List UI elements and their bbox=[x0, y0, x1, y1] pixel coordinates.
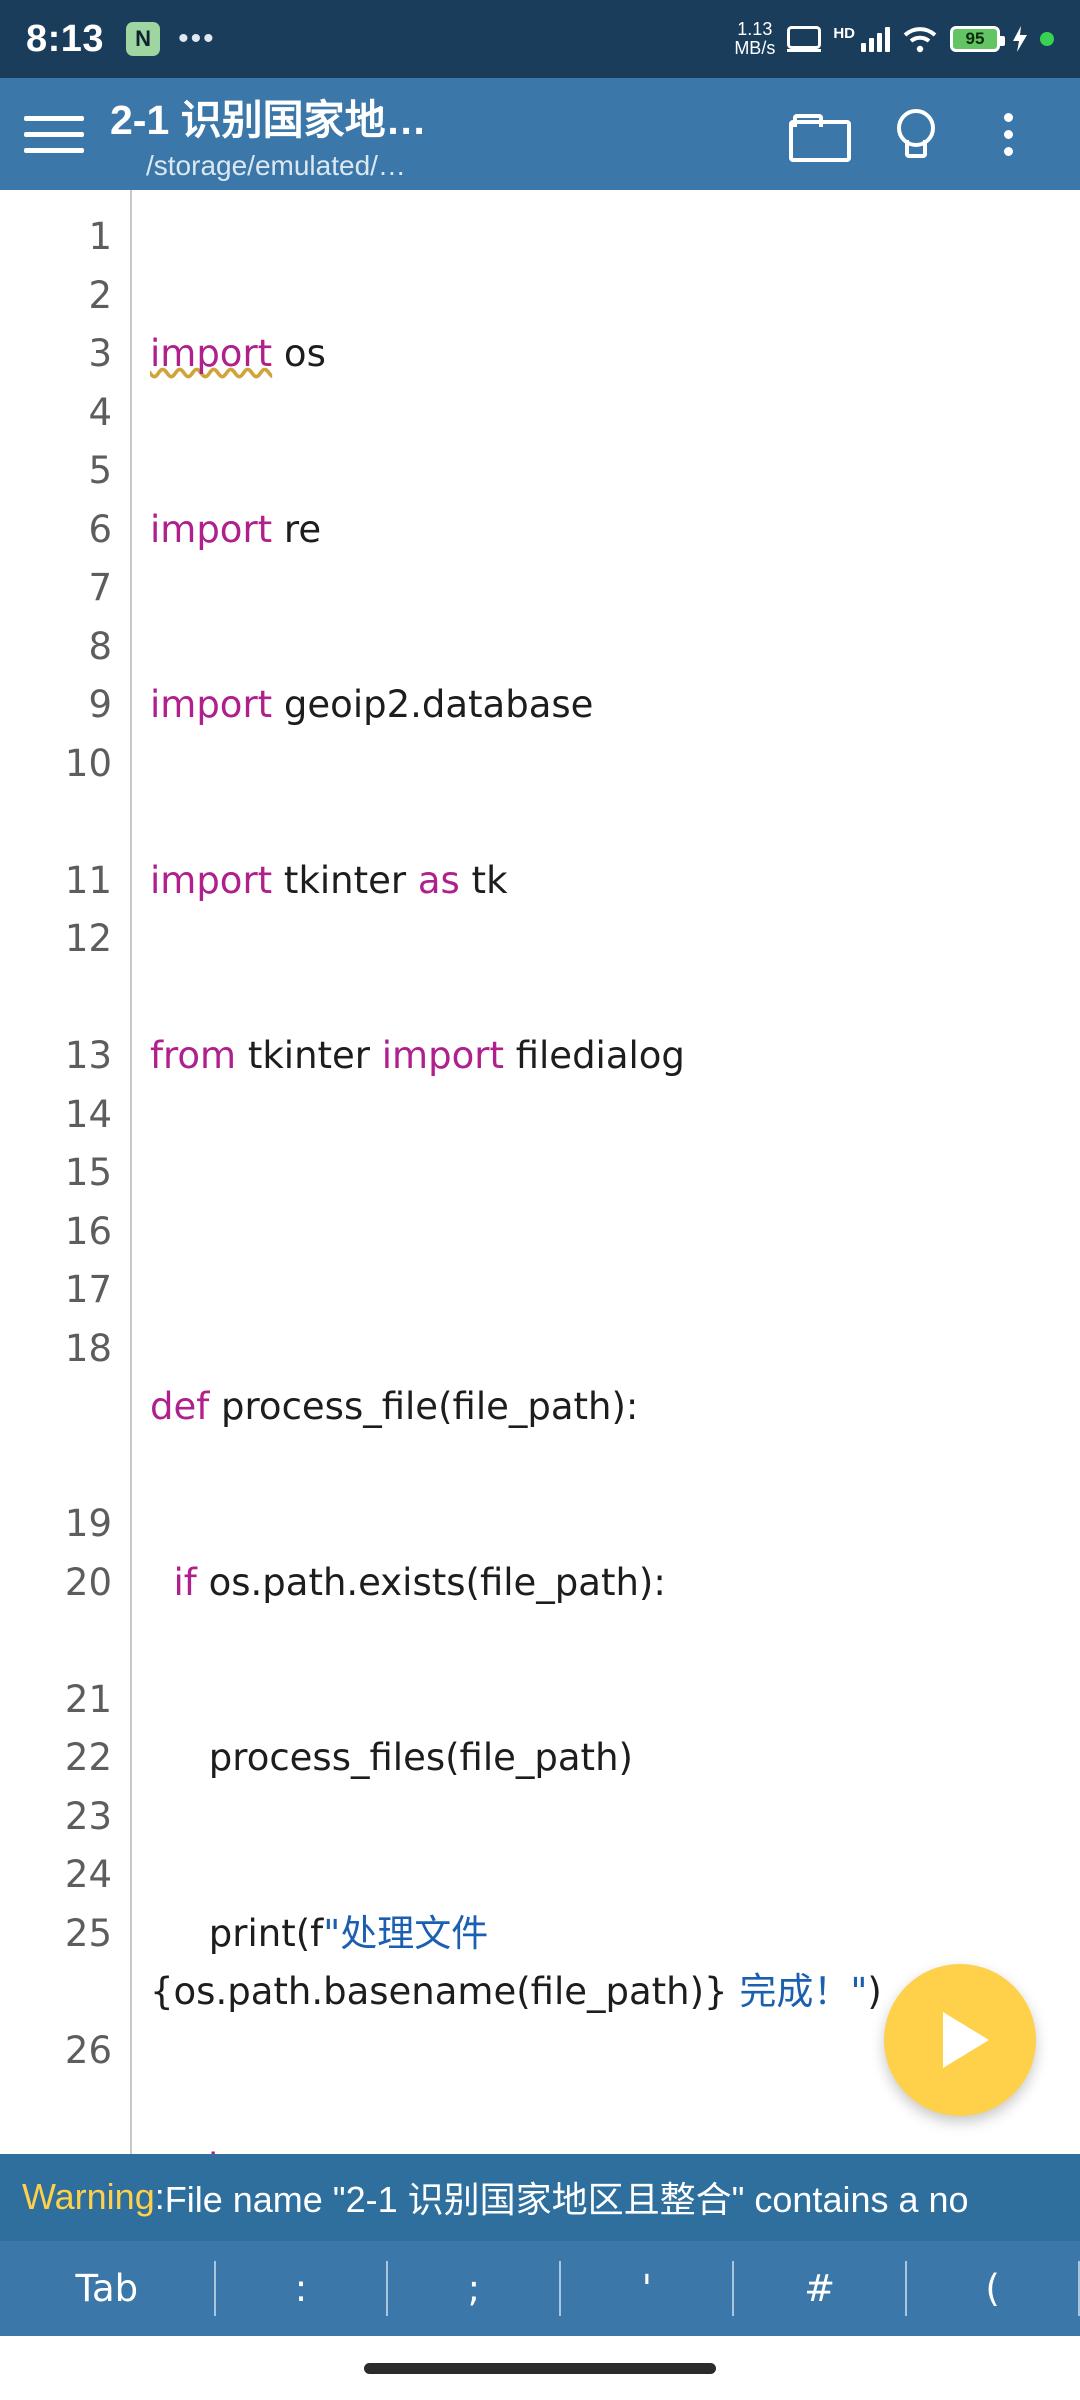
toolbar-divider bbox=[905, 2261, 908, 2316]
line-number: 10 bbox=[64, 741, 112, 785]
phone-screen: 8:13 N ••• 1.13 MB/s HD 95 2-1 识别国家地… /s… bbox=[0, 0, 1080, 2400]
system-nav-bar bbox=[0, 2336, 1080, 2400]
line-number: 8 bbox=[88, 624, 112, 668]
code-line: if os.path.exists(file_path): bbox=[173, 1560, 666, 1604]
line-number-wrap: 18 bbox=[64, 1326, 112, 1370]
line-number: 3 bbox=[88, 332, 112, 375]
warning-message: File name "2-1 识别国家地区且整合" contains a no bbox=[164, 2179, 969, 2220]
line-number: 24 bbox=[64, 1853, 112, 1896]
code-line: import geoip2.database bbox=[150, 683, 594, 726]
symbol-key-colon[interactable]: : bbox=[216, 2241, 387, 2336]
line-number bbox=[0, 2080, 112, 2139]
wifi-icon bbox=[902, 25, 938, 53]
charging-icon bbox=[1012, 26, 1028, 52]
line-number: 7 bbox=[88, 566, 112, 609]
line-number: 21 bbox=[64, 1677, 112, 1721]
warning-bar[interactable]: Warning : File name "2-1 识别国家地区且整合" cont… bbox=[0, 2154, 1080, 2240]
line-number: 1 bbox=[88, 215, 112, 258]
line-number: 9 bbox=[88, 683, 112, 726]
line-number: 17 bbox=[64, 1268, 112, 1311]
cast-icon bbox=[787, 26, 822, 52]
toolbar-divider bbox=[386, 2261, 389, 2316]
battery-level: 95 bbox=[965, 29, 985, 48]
run-button[interactable] bbox=[884, 1964, 1036, 2116]
status-bar: 8:13 N ••• 1.13 MB/s HD 95 bbox=[0, 0, 1080, 78]
line-number: 22 bbox=[64, 1736, 112, 1779]
battery-icon: 95 bbox=[950, 26, 1005, 52]
play-icon bbox=[943, 2012, 989, 2068]
line-number-wrap: 20 bbox=[64, 1560, 112, 1604]
toolbar-divider bbox=[559, 2261, 562, 2316]
line-number: 11 bbox=[64, 858, 112, 902]
status-clock: 8:13 bbox=[26, 17, 105, 60]
file-path-subtitle: /storage/emulated/… bbox=[146, 150, 406, 181]
line-number-wrap bbox=[0, 1378, 112, 1437]
code-line: import tkinter as tk bbox=[150, 858, 508, 902]
code-line: import re bbox=[150, 507, 322, 551]
warning-label: Warning bbox=[22, 2176, 155, 2217]
line-number-wrap bbox=[0, 793, 112, 852]
signal-icon bbox=[861, 26, 890, 52]
line-number bbox=[0, 1963, 112, 2022]
notification-badge-icon: N bbox=[126, 22, 161, 56]
line-number: 23 bbox=[64, 1794, 112, 1838]
symbol-key-quote[interactable]: ' bbox=[561, 2241, 732, 2336]
code-line: def process_file(file_path): bbox=[150, 1385, 639, 1428]
hamburger-menu-icon[interactable] bbox=[24, 115, 84, 153]
folder-icon bbox=[789, 114, 851, 162]
toolbar-divider bbox=[213, 2261, 216, 2316]
code-line: else: bbox=[150, 2139, 1070, 2155]
line-number: 19 bbox=[64, 1502, 112, 1545]
code-line: import os bbox=[150, 332, 326, 375]
line-number-wrap: 25 bbox=[64, 1911, 112, 1955]
symbol-key-semicolon[interactable]: ; bbox=[388, 2241, 559, 2336]
warning-separator: : bbox=[154, 2176, 165, 2217]
line-number: 12 bbox=[64, 917, 112, 960]
line-number bbox=[0, 1612, 112, 1671]
lightbulb-icon bbox=[892, 109, 935, 159]
network-speed-value: 1.13 bbox=[737, 19, 773, 40]
symbol-key-paren[interactable]: ( bbox=[907, 2241, 1078, 2336]
hd-icon: HD bbox=[833, 24, 855, 42]
home-gesture-pill[interactable] bbox=[364, 2362, 716, 2374]
symbol-key-hash[interactable]: # bbox=[734, 2241, 905, 2336]
line-number: 15 bbox=[64, 1151, 112, 1194]
line-number-gutter: 1 2 3 4 5 6 7 8 9 10 11 12 13 14 15 16 1… bbox=[0, 190, 132, 2154]
line-number: 5 bbox=[88, 449, 112, 492]
line-number-wrap bbox=[0, 969, 112, 1028]
app-bar-titles: 2-1 识别国家地… /storage/emulated/… bbox=[84, 86, 768, 182]
line-number: 6 bbox=[88, 507, 112, 551]
line-number: 13 bbox=[64, 1034, 112, 1077]
line-number: 2 bbox=[88, 273, 112, 317]
code-editor[interactable]: 1 2 3 4 5 6 7 8 9 10 11 12 13 14 15 16 1… bbox=[0, 190, 1080, 2154]
line-number-wrap: 26 bbox=[64, 2028, 112, 2072]
code-line: from tkinter import filedialog bbox=[150, 1034, 685, 1077]
line-number: 14 bbox=[64, 1092, 112, 1136]
network-speed-icon: 1.13 MB/s bbox=[734, 20, 775, 58]
network-speed-unit: MB/s bbox=[734, 38, 776, 58]
symbol-key-tab[interactable]: Tab bbox=[0, 2241, 214, 2336]
line-number: 4 bbox=[88, 390, 112, 434]
line-number: 16 bbox=[64, 1209, 112, 1253]
status-indicator-dot bbox=[1040, 32, 1054, 46]
line-number bbox=[0, 1437, 112, 1496]
code-line: process_files(file_path) bbox=[150, 1736, 633, 1779]
hint-button[interactable] bbox=[864, 109, 960, 159]
app-bar: 2-1 识别国家地… /storage/emulated/… bbox=[0, 78, 1080, 190]
open-folder-button[interactable] bbox=[768, 114, 864, 162]
more-notifications-icon: ••• bbox=[178, 22, 216, 55]
toolbar-divider bbox=[732, 2261, 735, 2316]
page-title: 2-1 识别国家地… bbox=[110, 97, 427, 143]
more-options-button[interactable] bbox=[960, 112, 1056, 156]
symbol-toolbar[interactable]: Tab : ; ' # ( bbox=[0, 2240, 1080, 2336]
kebab-menu-icon bbox=[1003, 112, 1013, 156]
code-content[interactable]: import os import re import geoip2.databa… bbox=[132, 190, 1080, 2154]
status-bar-right: 1.13 MB/s HD 95 bbox=[734, 20, 1054, 58]
